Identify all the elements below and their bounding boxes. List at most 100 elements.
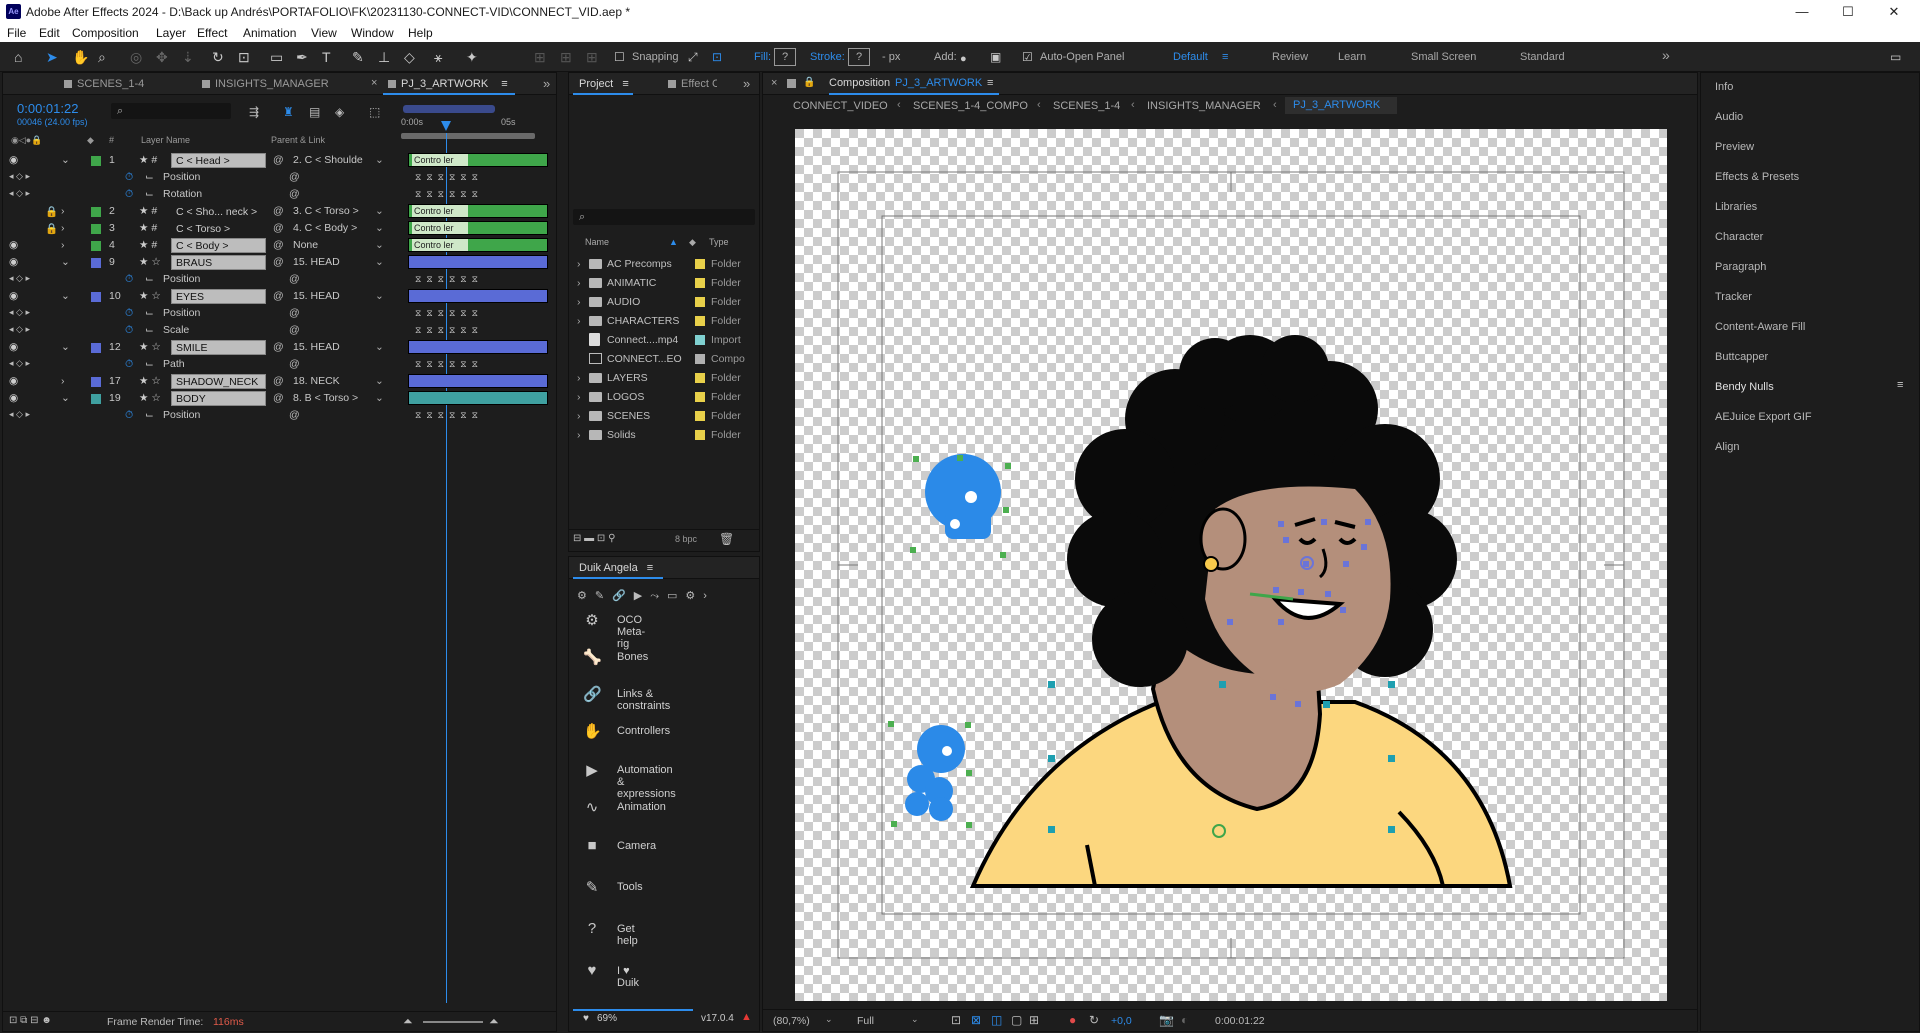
- tab-scenes-1-4[interactable]: SCENES_1-4: [59, 73, 144, 95]
- parent-dropdown[interactable]: 3. C < Torso >: [293, 205, 373, 217]
- visibility-eye-icon[interactable]: ◉: [9, 239, 18, 251]
- layer-duration-bar[interactable]: [408, 391, 548, 405]
- graph-icon[interactable]: ⌙: [145, 409, 154, 421]
- menu-layer[interactable]: Layer: [156, 26, 186, 40]
- tab-effect-controls[interactable]: Effect Controls: [663, 73, 717, 95]
- view-axis-icon[interactable]: ⊞: [586, 48, 598, 66]
- comp-canvas[interactable]: [795, 129, 1667, 1001]
- exposure-value[interactable]: +0,0: [1111, 1015, 1132, 1027]
- workspace-small-screen[interactable]: Small Screen: [1411, 51, 1476, 63]
- warning-icon[interactable]: ▲: [741, 1011, 752, 1023]
- pickwhip-icon[interactable]: @: [273, 154, 284, 166]
- add-property-icon[interactable]: ●: [960, 50, 967, 68]
- world-axis-icon[interactable]: ⊞: [560, 48, 572, 66]
- menu-edit[interactable]: Edit: [39, 26, 60, 40]
- keyframes[interactable]: ⧖⧖⧖⧖⧖⧖: [415, 308, 483, 319]
- project-item[interactable]: › CHARACTERS Folder: [577, 312, 757, 331]
- project-item[interactable]: › ANIMATIC Folder: [577, 274, 757, 293]
- parent-dropdown[interactable]: 4. C < Body >: [293, 222, 373, 234]
- breadcrumb-insights[interactable]: INSIGHTS_MANAGER: [1147, 100, 1261, 112]
- tab-project[interactable]: Project ≡: [573, 73, 633, 95]
- parent-dropdown[interactable]: 18. NECK: [293, 375, 373, 387]
- expand-chevron-icon[interactable]: ›: [577, 296, 581, 308]
- expand-chevron-icon[interactable]: ›: [61, 239, 65, 251]
- close-comp-tab-icon[interactable]: ×: [771, 77, 777, 89]
- workspace-review[interactable]: Review: [1272, 51, 1308, 63]
- mask-visibility-icon[interactable]: ◫: [991, 1013, 1002, 1027]
- menu-composition[interactable]: Composition: [72, 26, 139, 40]
- breadcrumb-scenes-compo[interactable]: SCENES_1-4_COMPO: [913, 100, 1028, 112]
- col-layer-name[interactable]: Layer Name: [141, 135, 190, 145]
- comp-mini-flowchart-icon[interactable]: ⇶: [249, 105, 259, 119]
- menu-file[interactable]: File: [7, 26, 26, 40]
- keyframe-nav-icon[interactable]: ◂ ◇ ▸: [9, 171, 30, 182]
- hand-tool-icon[interactable]: ✋: [72, 48, 89, 66]
- panel-expand-icon[interactable]: »: [743, 76, 750, 91]
- label-swatch[interactable]: [695, 297, 705, 307]
- show-snapshot-icon[interactable]: ◐: [1181, 1013, 1188, 1027]
- keyframes[interactable]: ⧖⧖⧖⧖⧖⧖: [415, 359, 483, 370]
- comp-tab-label[interactable]: Composition: [829, 77, 890, 89]
- stopwatch-icon[interactable]: ⏱: [125, 273, 133, 286]
- pickwhip-icon[interactable]: @: [273, 341, 284, 353]
- region-of-interest-icon[interactable]: ▢: [1011, 1013, 1022, 1027]
- panel-content-aware-fill[interactable]: Content-Aware Fill: [1715, 321, 1805, 333]
- viewer-timecode[interactable]: 0:00:01:22: [1215, 1015, 1265, 1027]
- label-swatch[interactable]: [695, 430, 705, 440]
- snap-features-icon[interactable]: ⊡: [712, 48, 722, 66]
- tab-pj-3-artwork[interactable]: PJ_3_ARTWORK ≡: [383, 73, 515, 95]
- expand-chevron-icon[interactable]: ›: [577, 372, 581, 384]
- expand-chevron-icon[interactable]: ⌄: [61, 154, 70, 166]
- resolution-dropdown[interactable]: Full: [857, 1015, 874, 1027]
- roto-brush-icon[interactable]: ⚹: [434, 48, 442, 66]
- layer-row[interactable]: ◉ › 17 ★ ☆ SHADOW_NECK @18. NECK ⌄: [3, 373, 398, 390]
- parent-dropdown[interactable]: 15. HEAD: [293, 290, 373, 302]
- project-item[interactable]: Connect....mp4 Import: [577, 331, 757, 350]
- workspace-menu-icon[interactable]: ≡: [1222, 51, 1228, 63]
- keyframe-nav-icon[interactable]: ◂ ◇ ▸: [9, 188, 30, 199]
- stroke-width[interactable]: - px: [882, 51, 900, 63]
- property-row[interactable]: ◂ ◇ ▸ ⏱ ⌙ Rotation @: [3, 186, 398, 203]
- project-item[interactable]: › LOGOS Folder: [577, 388, 757, 407]
- menu-window[interactable]: Window: [351, 26, 394, 40]
- pickwhip-icon[interactable]: @: [273, 205, 284, 217]
- expand-chevron-icon[interactable]: ⌄: [61, 290, 70, 302]
- panel-aejuice-export-gif[interactable]: AEJuice Export GIF: [1715, 411, 1812, 423]
- layer-row[interactable]: ◉ ⌄ 19 ★ ☆ BODY @8. B < Torso > ⌄: [3, 390, 398, 407]
- pickwhip-icon[interactable]: @: [273, 239, 284, 251]
- graph-icon[interactable]: ⌙: [145, 171, 154, 183]
- label-swatch[interactable]: [695, 259, 705, 269]
- layer-name[interactable]: EYES: [171, 289, 266, 304]
- pickwhip-icon[interactable]: @: [273, 222, 284, 234]
- layer-row[interactable]: 🔒 › 3 ★ # C < Torso > @4. C < Body > ⌄: [3, 220, 398, 237]
- keyframe-nav-icon[interactable]: ◂ ◇ ▸: [9, 409, 30, 420]
- eraser-tool-icon[interactable]: ◇: [404, 48, 415, 66]
- layer-name[interactable]: SMILE: [171, 340, 266, 355]
- current-timecode[interactable]: 0:00:01:22: [17, 101, 78, 116]
- panel-character[interactable]: Character: [1715, 231, 1763, 243]
- expand-chevron-icon[interactable]: ›: [577, 391, 581, 403]
- label-swatch[interactable]: [695, 335, 705, 345]
- menu-animation[interactable]: Animation: [243, 26, 296, 40]
- expand-chevron-icon[interactable]: ›: [577, 277, 581, 289]
- duik-toolbar[interactable]: ⚙✎🔗▶⤳▭⚙›: [577, 589, 757, 605]
- snapshot-camera-icon[interactable]: 📷: [1159, 1013, 1174, 1027]
- keyframes[interactable]: ⧖⧖⧖⧖⧖⧖: [415, 325, 483, 336]
- zoom-out-icon[interactable]: ⏶: [403, 1014, 413, 1029]
- visibility-eye-icon[interactable]: ◉: [9, 154, 18, 166]
- label-swatch[interactable]: [91, 377, 101, 387]
- property-row[interactable]: ◂ ◇ ▸ ⏱ ⌙ Scale @: [3, 322, 398, 339]
- label-swatch[interactable]: [91, 224, 101, 234]
- keyframes[interactable]: ⧖⧖⧖⧖⧖⧖: [415, 274, 483, 285]
- layer-row[interactable]: ◉ ⌄ 1 ★ # C < Head > @2. C < Shoulde ⌄: [3, 152, 398, 169]
- keyframe-nav-icon[interactable]: ◂ ◇ ▸: [9, 358, 30, 369]
- breadcrumb-connect-video[interactable]: CONNECT_VIDEO: [793, 100, 888, 112]
- layer-row[interactable]: ◉ ⌄ 9 ★ ☆ BRAUS @15. HEAD ⌄: [3, 254, 398, 271]
- bit-depth[interactable]: 8 bpc: [675, 534, 697, 544]
- rotate-tool-icon[interactable]: ↻: [212, 48, 224, 66]
- col-parent[interactable]: Parent & Link: [271, 135, 325, 145]
- layer-name[interactable]: C < Torso >: [171, 221, 266, 236]
- reset-exposure-icon[interactable]: ↻: [1089, 1013, 1099, 1027]
- panel-bendy-nulls[interactable]: Bendy Nulls: [1715, 381, 1774, 393]
- label-swatch[interactable]: [695, 278, 705, 288]
